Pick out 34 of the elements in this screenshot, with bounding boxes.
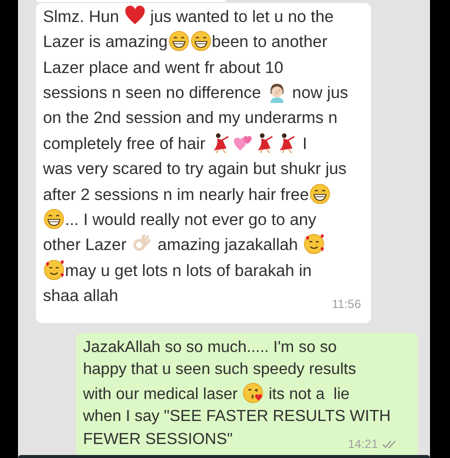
message-text: when I say "SEE FASTER RESULTS WITH	[83, 408, 391, 426]
grinning-face-icon	[308, 182, 331, 205]
grinning-face-icon	[43, 208, 65, 230]
message-text: I	[302, 134, 308, 153]
message-text: been to another	[212, 33, 328, 52]
message-text: with our medical laser	[83, 386, 239, 403]
heart-icon	[124, 4, 146, 27]
grinning-face-icon	[190, 30, 212, 52]
message-text: JazakAllah so so much..... I'm so so	[83, 338, 337, 356]
message-time: 14:21	[348, 436, 378, 454]
message-text: ... I would really not ever go to any	[65, 210, 316, 229]
message-text: its not a lie	[268, 386, 350, 403]
kissing-face-icon	[242, 382, 264, 404]
message-text: happy that u seen such speedy results	[83, 361, 356, 378]
message-text: sessions n seen no difference	[43, 84, 262, 102]
message-text: on the 2nd session and my underarms n	[43, 109, 338, 128]
message-text: may u get lots n lots of barakah in	[65, 262, 312, 280]
message-text: Slmz. Hun	[43, 8, 120, 26]
message-text: jus wanted to let u no the	[148, 8, 334, 26]
message-text: amazing jazakallah	[156, 236, 299, 254]
message-text: after 2 sessions n im nearly hair free	[43, 186, 309, 204]
message-text: completely free of hair	[43, 134, 206, 153]
smiling-face-with-hearts-icon	[302, 233, 325, 256]
message-text: shaa allah	[43, 287, 118, 306]
message-text: now jus	[291, 84, 348, 102]
message-text: other Lazer	[43, 236, 128, 254]
message-text: was very scared to try again but shukr jus	[43, 160, 347, 178]
double-check-icon	[382, 439, 398, 450]
grinning-face-icon	[168, 30, 190, 52]
message-text: Lazer is amazing	[43, 33, 168, 52]
message-text: FEWER SESSIONS"	[83, 430, 233, 448]
message-text: Lazer place and went fr about 10	[43, 58, 284, 77]
message-time: 11:56	[332, 296, 361, 313]
smiling-face-with-hearts-icon	[43, 258, 65, 281]
